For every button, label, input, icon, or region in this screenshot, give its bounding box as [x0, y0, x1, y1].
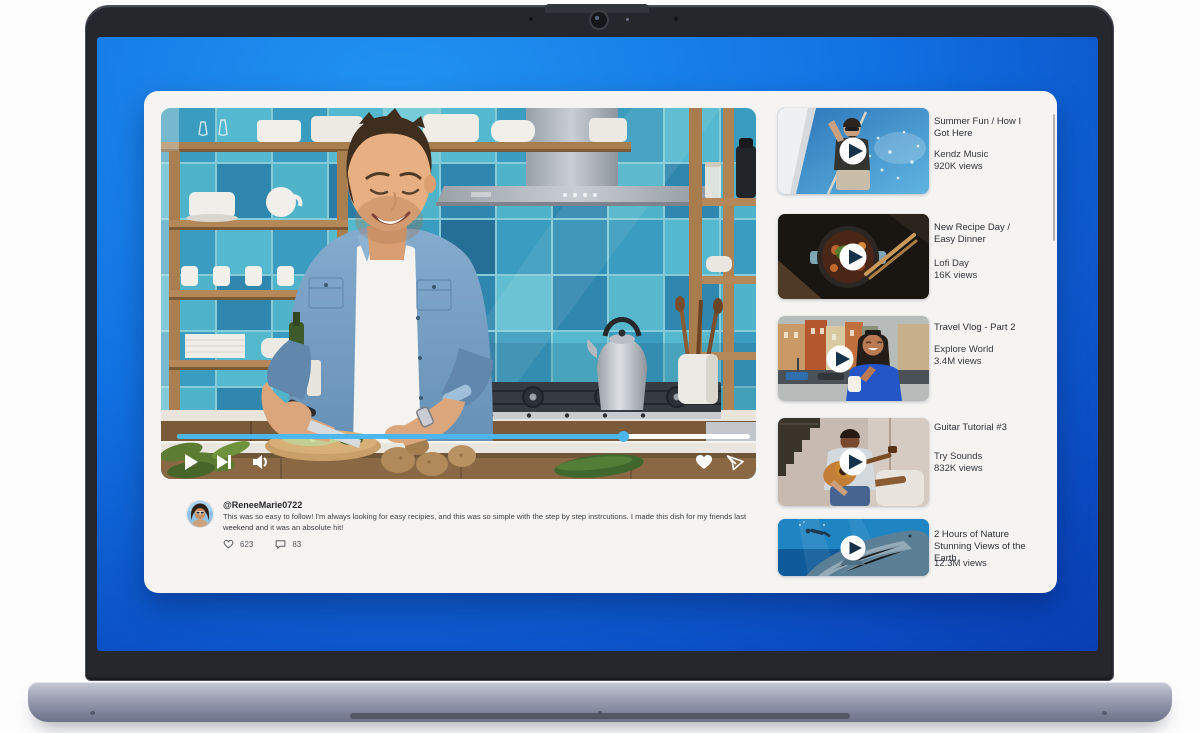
video-channel: Explore World [934, 344, 994, 355]
video-channel: Lofi Day [934, 258, 969, 269]
video-meta: Try Sounds 832K views [934, 451, 1050, 475]
comment: @ReneeMarie0722 This was so easy to foll… [223, 499, 759, 534]
webcam-icon [589, 10, 609, 30]
stage: @ReneeMarie0722 This was so easy to foll… [0, 0, 1200, 733]
video-meta: Kendz Music 920K views [934, 149, 1050, 173]
comment-reply-count[interactable]: 83 [292, 540, 301, 549]
video-views: 16K views [934, 270, 978, 281]
video-title: New Recipe Day / Easy Dinner [934, 222, 1011, 245]
camera-led-icon [626, 18, 629, 21]
comment-text: This was so easy to follow! I'm always l… [223, 512, 747, 532]
comment-actions: 623 83 [223, 538, 301, 550]
like-button[interactable] [694, 452, 714, 472]
video-title: Travel Vlog - Part 2 [934, 322, 1016, 333]
microphone-dot-icon [529, 17, 533, 21]
video-player[interactable] [161, 108, 756, 479]
laptop-base [28, 682, 1172, 722]
video-meta: Explore World 3.4M views [934, 344, 1050, 368]
heart-outline-icon[interactable] [223, 539, 234, 549]
comment-bubble-icon[interactable] [275, 539, 286, 549]
comment-username[interactable]: @ReneeMarie0722 [223, 499, 759, 511]
comment-like-count[interactable]: 623 [240, 540, 253, 549]
progress-handle[interactable] [617, 431, 629, 442]
play-overlay-icon[interactable] [839, 243, 867, 271]
comment-avatar[interactable] [187, 501, 213, 527]
video-title: Summer Fun / How I Got Here [934, 116, 1022, 139]
volume-button[interactable] [251, 452, 271, 472]
rubber-foot [1102, 711, 1107, 715]
video-thumbnail-travel-vlog[interactable] [778, 316, 929, 401]
video-title: Guitar Tutorial #3 [934, 422, 1007, 433]
video-thumbnail-recipe-pot[interactable] [778, 214, 929, 299]
video-channel: Try Sounds [934, 451, 983, 462]
video-meta: Lofi Day 16K views [934, 258, 1050, 282]
video-views: 920K views [934, 161, 983, 172]
scrollbar[interactable] [1053, 114, 1055, 241]
cooking-video-frame [161, 108, 756, 479]
video-channel: Kendz Music [934, 149, 989, 160]
progress-fill [177, 434, 624, 439]
share-button[interactable] [725, 452, 745, 472]
base-lip [350, 713, 850, 719]
video-views: 3.4M views [934, 356, 982, 367]
video-views: 832K views [934, 463, 983, 474]
play-overlay-icon[interactable] [840, 535, 866, 561]
play-overlay-icon[interactable] [839, 137, 867, 165]
rubber-foot [90, 711, 95, 715]
video-meta: 12.3M views [934, 558, 1050, 570]
video-thumbnail-whale-nature[interactable] [778, 519, 929, 576]
play-overlay-icon[interactable] [826, 345, 854, 373]
video-thumbnail-guitar-tutorial[interactable] [778, 418, 929, 506]
avatar-woman-sunglasses [187, 501, 213, 527]
video-thumbnail-boat-vlog[interactable] [778, 108, 929, 194]
progress-bar[interactable] [177, 431, 750, 442]
laptop-lid: @ReneeMarie0722 This was so easy to foll… [85, 4, 1114, 681]
video-views: 12.3M views [934, 558, 987, 569]
microphone-dot-icon [674, 17, 678, 21]
play-button[interactable] [181, 452, 201, 472]
play-overlay-icon[interactable] [839, 448, 867, 476]
video-app-window: @ReneeMarie0722 This was so easy to foll… [144, 91, 1057, 593]
next-track-button[interactable] [214, 452, 234, 472]
laptop-screen: @ReneeMarie0722 This was so easy to foll… [97, 37, 1098, 651]
